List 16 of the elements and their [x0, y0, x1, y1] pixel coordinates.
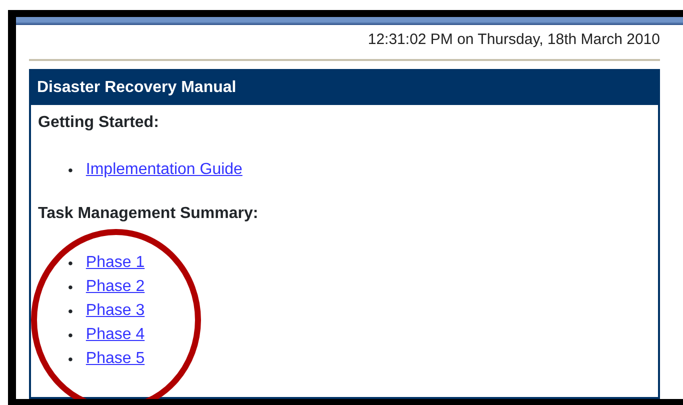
bullet: • — [68, 278, 73, 297]
link[interactable]: Phase 5 — [86, 347, 145, 371]
section-heading: Getting Started: — [38, 113, 160, 132]
link[interactable]: Phase 3 — [86, 299, 145, 323]
bullet: • — [68, 326, 73, 345]
bullet: • — [68, 254, 73, 273]
panel-title: Disaster Recovery Manual — [31, 71, 658, 105]
link[interactable]: Phase 2 — [86, 275, 145, 299]
link[interactable]: Implementation Guide — [86, 158, 242, 182]
link[interactable]: Phase 1 — [86, 251, 145, 275]
bullet: • — [68, 161, 73, 180]
section-heading: Task Management Summary: — [38, 204, 260, 223]
link[interactable]: Phase 4 — [86, 323, 145, 347]
timestamp: 12:31:02 PM on Thursday, 18th March 2010 — [368, 31, 660, 48]
bullet: • — [68, 350, 73, 369]
bullet: • — [68, 302, 73, 321]
